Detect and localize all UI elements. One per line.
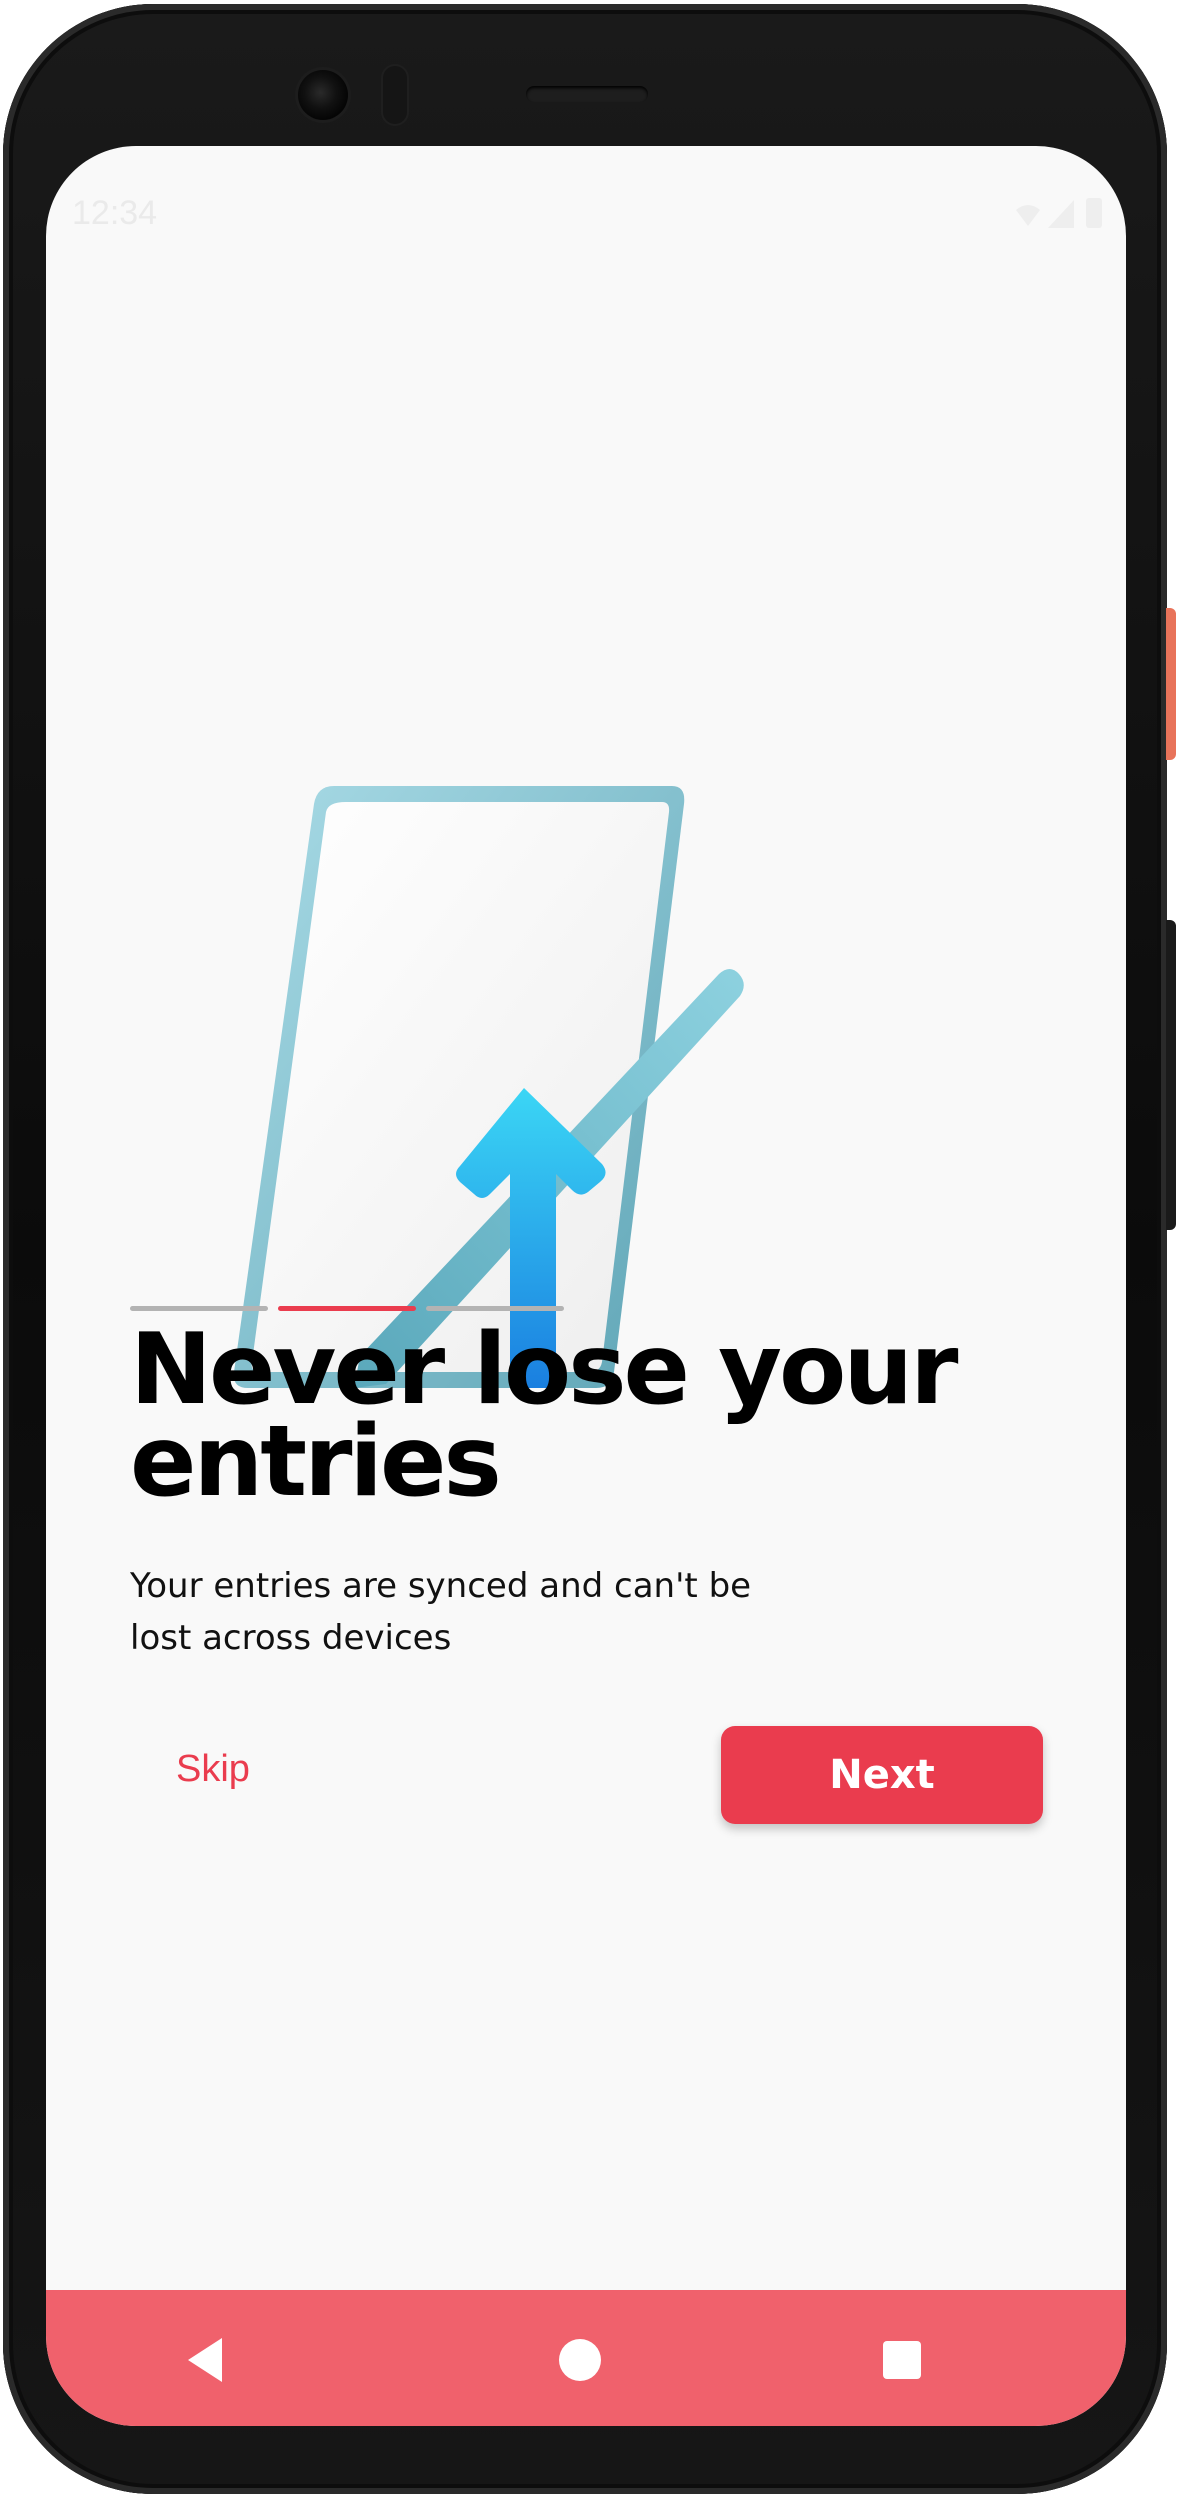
navigation-bar [46, 2290, 1126, 2426]
status-time: 12:34 [72, 194, 158, 232]
signal-icon [1048, 200, 1074, 228]
device-frame: 12:34 Never lose your entries Your entri… [0, 0, 1178, 2498]
page-indicator-active [278, 1306, 416, 1311]
page-indicator [130, 1306, 268, 1311]
screen: 12:34 Never lose your entries Your entri… [46, 146, 1126, 2426]
volume-button [1166, 920, 1176, 1230]
page-indicators [130, 1306, 630, 1312]
home-button[interactable] [548, 2330, 612, 2390]
battery-icon [1086, 198, 1102, 228]
onboarding-subtitle: Your entries are synced and can't be los… [130, 1566, 752, 1658]
home-icon [559, 2339, 601, 2381]
recents-icon [883, 2341, 921, 2379]
skip-button[interactable]: Skip [176, 1734, 336, 1804]
status-icons [1014, 196, 1106, 230]
back-button[interactable] [172, 2330, 236, 2390]
wifi-icon [1016, 205, 1040, 226]
back-icon [188, 2338, 222, 2382]
next-button[interactable]: Next [721, 1726, 1043, 1824]
power-button [1166, 608, 1176, 760]
recents-button[interactable] [870, 2330, 934, 2390]
onboarding-title: Never lose your entries [130, 1313, 958, 1519]
proximity-sensor [383, 66, 407, 124]
status-bar: 12:34 [46, 146, 1126, 236]
sync-illustration [233, 786, 744, 1388]
page-indicator [426, 1306, 564, 1311]
earpiece-speaker [526, 86, 648, 102]
front-camera [298, 70, 348, 120]
